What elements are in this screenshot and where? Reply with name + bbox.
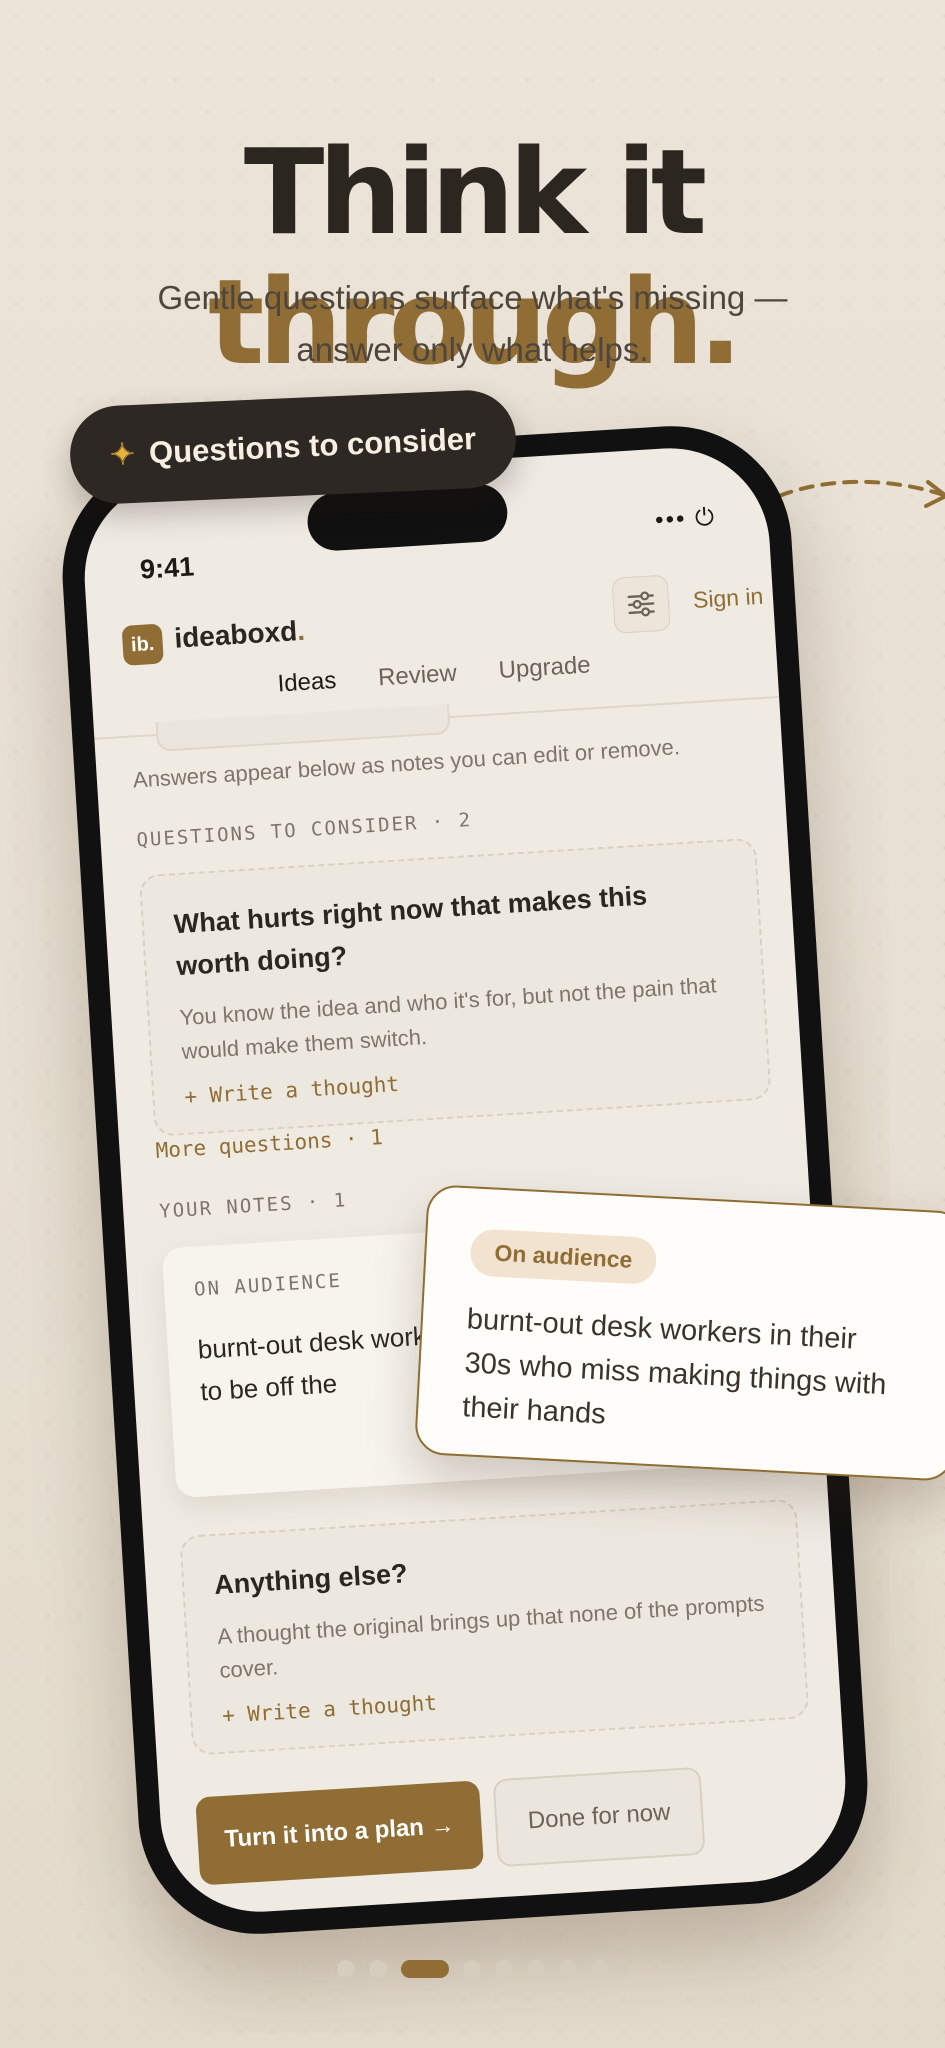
phone-mockup: 9:41 ••• ⏻ ib. ideaboxd. Sign in Ideas R… [55,419,875,1941]
tab-review[interactable]: Review [377,660,457,693]
signal-icon: ••• [654,505,688,535]
pager-dot[interactable] [558,1960,577,1978]
app-name-dot: . [296,614,306,647]
turn-into-plan-button[interactable]: Turn it into a plan → [195,1780,485,1886]
hero-subtitle: Gentle questions surface what's missing … [157,279,788,368]
headline-part-1: Think it [243,123,707,261]
status-time: 9:41 [139,551,195,585]
app-name-text: ideaboxd [173,615,299,654]
phone-screen: 9:41 ••• ⏻ ib. ideaboxd. Sign in Ideas R… [78,442,852,1918]
tab-upgrade[interactable]: Upgrade [498,651,592,685]
pager-dot[interactable] [590,1960,609,1978]
anything-else-description: A thought the original brings up that no… [216,1590,766,1683]
sliders-icon [627,591,655,617]
pager-dot[interactable] [462,1960,481,1978]
page-indicator [0,1960,945,1978]
questions-section-label: QUESTIONS TO CONSIDER · 2 [135,808,473,852]
power-icon: ⏻ [694,503,717,532]
pager-dot[interactable] [336,1960,355,1978]
notes-section-label: YOUR NOTES · 1 [158,1189,348,1223]
done-for-now-button[interactable]: Done for now [492,1766,706,1868]
sparkles-icon: ✦ [109,437,136,472]
cta-row: Turn it into a plan → Done for now [195,1766,706,1886]
tab-ideas[interactable]: Ideas [277,667,337,699]
status-icons: ••• ⏻ [654,503,716,535]
question-title: What hurts right now that makes this wor… [172,880,648,982]
pager-dot[interactable] [368,1960,387,1978]
pill-label: Questions to consider [148,421,477,471]
question-description: You know the idea and who it's for, but … [178,972,718,1065]
sign-in-link[interactable]: Sign in [692,583,764,614]
floating-note-card: On audience burnt-out desk workers in th… [413,1184,945,1482]
pager-dot[interactable] [494,1960,513,1978]
question-card: What hurts right now that makes this wor… [138,837,772,1137]
pager-dot-active[interactable] [400,1960,449,1978]
floating-note-body: burnt-out desk workers in their 30s who … [461,1303,888,1431]
filter-button[interactable] [611,574,671,634]
pager-dot[interactable] [526,1960,545,1978]
logo-badge[interactable]: ib. [121,623,164,666]
audience-tag: On audience [469,1228,658,1286]
questions-pill: ✦ Questions to consider [68,388,518,506]
anything-else-card: Anything else? A thought the original br… [179,1498,810,1756]
app-name: ideaboxd. [173,615,305,655]
